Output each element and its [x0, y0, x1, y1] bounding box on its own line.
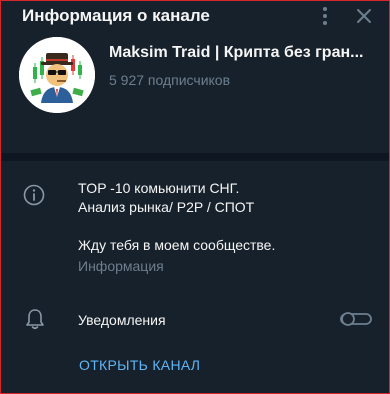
- description-line: Жду тебя в моем сообществе.: [78, 237, 276, 253]
- channel-name: Maksim Traid | Крипта без гран...: [109, 44, 364, 61]
- more-vertical-icon: [323, 7, 327, 25]
- notifications-label: Уведомления: [78, 312, 166, 328]
- header: Информация о канале: [1, 1, 389, 33]
- trader-cartoon-avatar: [19, 37, 95, 113]
- description-line: Анализ рынка/ P2P / СПОТ: [78, 199, 255, 215]
- notifications-toggle[interactable]: [340, 311, 372, 327]
- close-icon: [357, 9, 371, 23]
- info-label: Информация: [78, 258, 164, 274]
- description-gap: [78, 217, 378, 236]
- open-channel-button[interactable]: ОТКРЫТЬ КАНАЛ: [79, 357, 200, 373]
- panel-title: Информация о канале: [22, 6, 210, 25]
- close-button[interactable]: [353, 5, 375, 27]
- subscriber-count: 5 927 подписчиков: [109, 72, 231, 88]
- description-line: TOP -10 комьюнити СНГ.: [78, 180, 240, 196]
- more-menu-button[interactable]: [314, 5, 336, 27]
- bell-icon: [26, 309, 44, 330]
- channel-avatar[interactable]: [19, 37, 95, 113]
- channel-info-panel: Информация о канале Maksim Traid | Крипт…: [0, 0, 390, 394]
- info-icon: [23, 184, 45, 206]
- channel-description: TOP -10 комьюнити СНГ. Анализ рынка/ P2P…: [78, 179, 378, 255]
- section-divider: [1, 153, 389, 161]
